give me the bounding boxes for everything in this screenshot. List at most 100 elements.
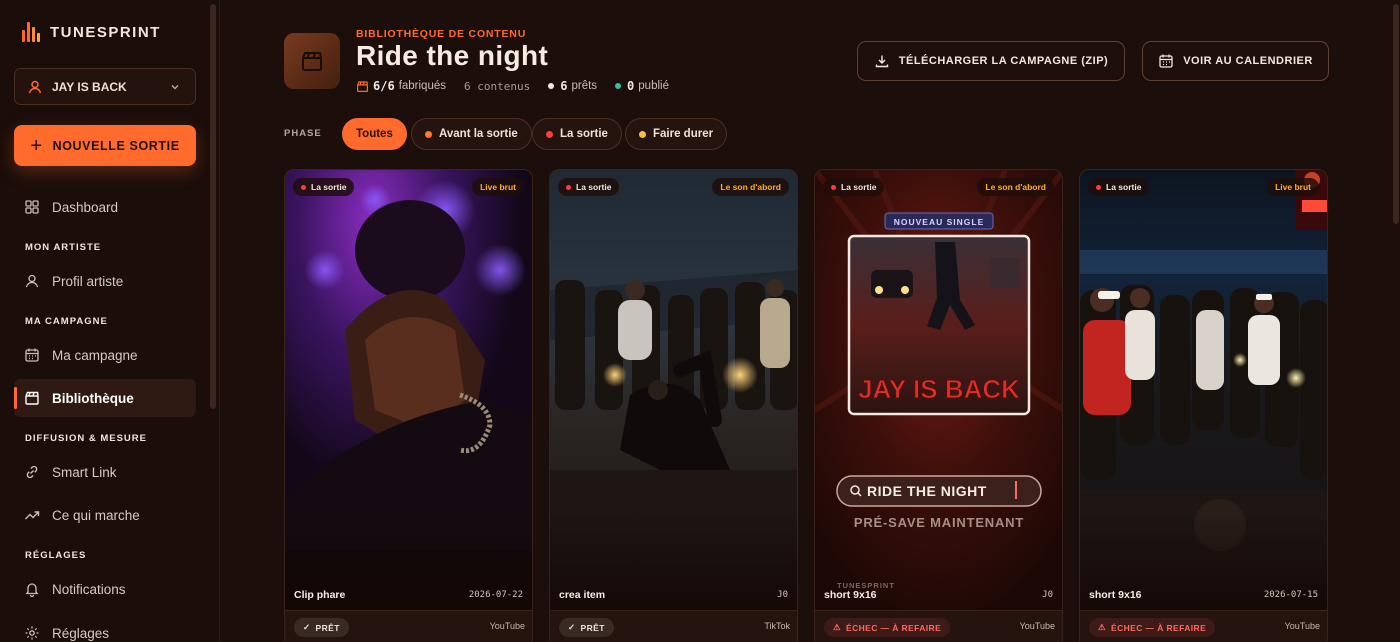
published-dot-icon — [615, 83, 622, 89]
style-tag: Live brut — [1267, 178, 1319, 196]
sidebar-item-campaign[interactable]: Ma campagne — [14, 336, 196, 374]
sidebar-scrollbar[interactable] — [210, 4, 216, 409]
status-badge: ⚠ ÉCHEC — À REFAIRE — [824, 618, 951, 637]
trending-up-icon — [24, 507, 40, 523]
app-name: TUNESPRINT — [50, 23, 161, 41]
calendar-icon — [24, 347, 40, 363]
card-footer: ⚠ ÉCHEC — À REFAIRE YouTube — [1080, 610, 1327, 642]
sidebar-item-profile[interactable]: Profil artiste — [14, 262, 196, 300]
phase-badge: La sortie — [558, 178, 620, 196]
page-title: Ride the night — [356, 40, 549, 71]
artist-select[interactable]: JAY IS BACK — [14, 68, 196, 105]
download-icon — [874, 53, 890, 69]
sidebar-item-label: Ma campagne — [52, 347, 138, 363]
nav-section-settings: RÉGLAGES — [25, 550, 87, 561]
calendar-icon — [1158, 53, 1174, 69]
phase-badge: La sortie — [293, 178, 355, 196]
card-thumbnail[interactable]: NOUVEAU SINGLE JAY IS BACK RIDE THE NIGH… — [815, 170, 1062, 610]
logo-bars-icon — [22, 22, 40, 42]
platform-label: YouTube — [1019, 621, 1055, 631]
sidebar-item-smartlink[interactable]: Smart Link — [14, 453, 196, 491]
content-card[interactable]: La sortie Live brut short 9x16 2026-07-1… — [1079, 169, 1328, 642]
sidebar-item-label: Dashboard — [52, 199, 119, 215]
sidebar-item-library[interactable]: Bibliothèque — [14, 379, 196, 417]
library-header-icon — [284, 33, 340, 89]
platform-label: TikTok — [764, 621, 790, 631]
chip-label: Avant la sortie — [439, 128, 518, 140]
content-card[interactable]: NOUVEAU SINGLE JAY IS BACK RIDE THE NIGH… — [814, 169, 1063, 642]
phase-chip-pre-release[interactable]: Avant la sortie — [411, 118, 532, 150]
artist-select-value: JAY IS BACK — [52, 79, 127, 94]
view-calendar-label: VOIR AU CALENDRIER — [1183, 55, 1313, 67]
plus-icon: + — [30, 134, 43, 157]
card-title: crea item — [559, 589, 606, 601]
phase-chip-all[interactable]: Toutes — [342, 118, 407, 150]
release-dot-icon — [1096, 184, 1101, 190]
card-footer: ✓ PRÊT TikTok — [550, 610, 797, 642]
nav-section-broadcast: DIFFUSION & MESURE — [25, 433, 147, 444]
poster-search: RIDE THE NIGHT — [867, 483, 987, 499]
new-release-button[interactable]: + NOUVELLE SORTIE — [14, 125, 196, 166]
view-calendar-button[interactable]: VOIR AU CALENDRIER — [1142, 41, 1329, 81]
page-eyebrow: BIBLIOTHÈQUE DE CONTENU — [356, 28, 527, 40]
pre-release-dot-icon — [425, 130, 432, 138]
clapperboard-icon — [24, 390, 40, 406]
content-card[interactable]: La sortie Live brut Clip phare 2026-07-2… — [284, 169, 533, 642]
app-logo[interactable]: TUNESPRINT — [22, 22, 161, 42]
nav-section-campaign: MA CAMPAGNE — [25, 316, 108, 327]
phase-badge: La sortie — [823, 178, 885, 196]
contents-count: 6 contenus — [464, 79, 531, 93]
sidebar-item-dashboard[interactable]: Dashboard — [14, 188, 196, 226]
published-count: 0 — [627, 79, 635, 93]
user-icon — [27, 79, 43, 95]
card-footer: ⚠ ÉCHEC — À REFAIRE YouTube — [815, 610, 1062, 642]
link-icon — [24, 464, 40, 480]
style-tag: Le son d'abord — [977, 178, 1054, 196]
poster-artist: JAY IS BACK — [858, 374, 1020, 404]
gear-icon — [24, 625, 40, 641]
ready-count: 6 — [560, 79, 568, 93]
published-label: publié — [638, 80, 669, 92]
dashboard-icon — [24, 199, 40, 215]
presave-poster: NOUVEAU SINGLE JAY IS BACK RIDE THE NIGH… — [815, 170, 1062, 610]
page-scrollbar[interactable] — [1393, 4, 1399, 224]
ready-dot-icon — [548, 83, 555, 89]
new-release-label: NOUVELLE SORTIE — [52, 138, 180, 153]
platform-label: YouTube — [489, 621, 525, 631]
clapperboard-icon — [356, 80, 369, 93]
user-icon — [24, 273, 40, 289]
chip-label: La sortie — [560, 128, 608, 140]
release-dot-icon — [566, 184, 571, 190]
ready-label: prêts — [571, 80, 598, 92]
sidebar-item-whatworks[interactable]: Ce qui marche — [14, 496, 196, 534]
sidebar-item-label: Ce qui marche — [52, 507, 140, 523]
card-date: 2026-07-22 — [468, 590, 523, 600]
warning-icon: ⚠ — [833, 622, 842, 632]
download-campaign-label: TÉLÉCHARGER LA CAMPAGNE (ZIP) — [898, 55, 1109, 67]
platform-label: YouTube — [1284, 621, 1320, 631]
chevron-down-icon — [167, 79, 183, 95]
fabricated-count: 6/6 — [373, 79, 395, 93]
warning-icon: ⚠ — [1098, 622, 1107, 632]
chip-label: Faire durer — [653, 128, 714, 140]
phase-chip-sustain[interactable]: Faire durer — [625, 118, 728, 150]
download-campaign-button[interactable]: TÉLÉCHARGER LA CAMPAGNE (ZIP) — [857, 41, 1125, 81]
fabricated-label: fabriqués — [398, 80, 446, 92]
content-card[interactable]: La sortie Le son d'abord crea item J0 ✓ P… — [549, 169, 798, 642]
status-badge: ✓ PRÊT — [294, 618, 349, 637]
sidebar-item-label: Smart Link — [52, 464, 117, 480]
check-icon: ✓ — [303, 622, 311, 632]
status-badge: ✓ PRÊT — [559, 618, 614, 637]
sustain-dot-icon — [639, 130, 646, 138]
card-date: 2026-07-15 — [1263, 590, 1318, 600]
phase-chip-release[interactable]: La sortie — [532, 118, 622, 150]
nav-section-artist: MON ARTISTE — [25, 242, 102, 253]
sidebar-item-notifications[interactable]: Notifications — [14, 570, 196, 608]
card-title: short 9x16 — [1089, 589, 1142, 601]
card-day: J0 — [1042, 590, 1053, 600]
sidebar-item-settings[interactable]: Réglages — [14, 614, 196, 642]
sidebar-item-label: Notifications — [52, 581, 126, 597]
card-title: short 9x16 — [824, 589, 877, 601]
bell-icon — [24, 581, 40, 597]
style-tag: Le son d'abord — [712, 178, 789, 196]
